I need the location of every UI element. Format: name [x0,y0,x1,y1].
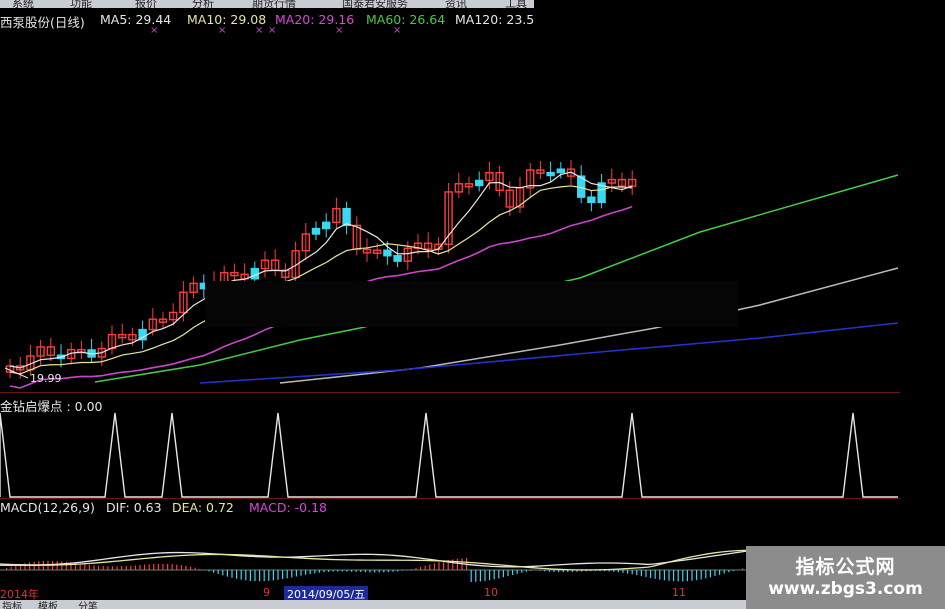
bottom-tab-bar: 指标 模板 分笔 [0,600,760,609]
candlestick [556,168,565,174]
ma250-line [199,322,899,384]
ma120-label: MA120: 23.5 [455,12,535,27]
indicator-title: 金钻启爆点 : 0.00 [0,399,103,414]
tab-tick[interactable]: 分笔 [78,600,98,609]
tab-indicator[interactable]: 指标 [2,600,22,609]
candlestick [311,227,321,235]
watermark-url: www.zbgs3.com [768,579,923,599]
candlestick [342,207,351,227]
watermark-title: 指标公式网 [795,556,896,578]
macd-dif-label: DIF: 0.63 [106,500,162,515]
candlestick [383,249,392,257]
redaction-block-middle [205,281,738,327]
right-price-axis [900,0,945,609]
ma20-label: MA20: 29.16 [275,12,355,27]
macd-title: MACD(12,26,9) [0,500,95,515]
axis-tick-9: 9 [263,586,270,599]
watermark-badge: 指标公式网 www.zbgs3.com [746,546,945,609]
candlestick [475,179,484,187]
low-price-label: 19.99 [30,372,62,385]
axis-tick-11: 11 [672,586,686,599]
candlestick [546,171,555,177]
macd-value-label: MACD: -0.18 [249,500,327,515]
indicator-spike-line [0,412,898,498]
ma10-line [9,185,633,375]
panel-divider [0,392,900,393]
axis-tick-10: 10 [484,586,498,599]
candlestick [393,255,402,262]
candlestick [587,196,596,204]
macd-dea-label: DEA: 0.72 [172,500,234,515]
tab-template[interactable]: 模板 [38,600,58,609]
ma5-line [9,171,633,369]
candlestick [322,221,331,230]
redaction-block-top [534,0,945,140]
panel-divider [0,498,900,499]
ma10-label: MA10: 29.08 [187,12,267,27]
ma5-label: MA5: 29.44 [100,12,172,27]
stock-title: 西泵股份(日线) [0,15,85,30]
ma60-label: MA60: 26.64 [366,12,446,27]
